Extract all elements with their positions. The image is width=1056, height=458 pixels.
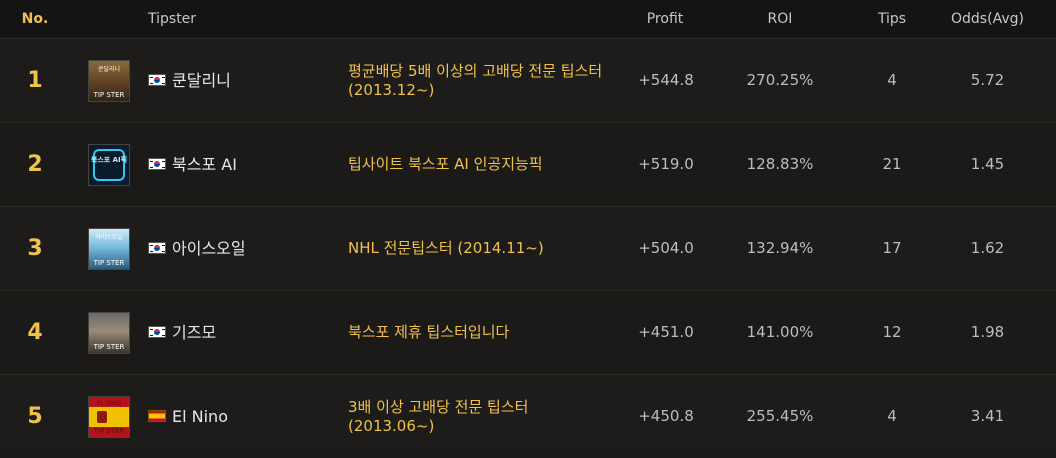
avatar-title: 쿤달리니 xyxy=(97,66,121,73)
table-row[interactable]: 3 아이스오일 TIP STER 아이스오일 NHL 전문팁스터 (2014.1… xyxy=(0,207,1056,291)
table-row[interactable]: 2 북스포 AI픽 북스포 AI 팁사이트 북스포 AI 인공지능픽 +519.… xyxy=(0,123,1056,207)
tipster-ranking-table: No. Tipster Profit ROI Tips Odds(Avg) 1 … xyxy=(0,0,1056,446)
roi-value: 128.83% xyxy=(746,155,814,173)
profit-value: +519.0 xyxy=(638,155,694,173)
tips-count: 21 xyxy=(882,155,902,173)
tips-count: 12 xyxy=(882,323,902,341)
odds-value: 1.98 xyxy=(970,323,1005,341)
profit-value: +544.8 xyxy=(638,71,694,89)
tips-count: 17 xyxy=(882,239,902,257)
tipster-name[interactable]: 기즈모 xyxy=(172,291,216,374)
tipster-avatar[interactable]: 쿤달리니 TIP STER xyxy=(88,60,130,102)
header-tipster[interactable]: Tipster xyxy=(148,0,196,38)
table-row[interactable]: 4 TIP STER 기즈모 북스포 제휴 팁스터입니다 +451.0 141.… xyxy=(0,291,1056,375)
header-odds[interactable]: Odds(Avg) xyxy=(935,0,1040,38)
odds-value: 1.45 xyxy=(970,155,1005,173)
tipster-description[interactable]: 북스포 제휴 팁스터입니다 xyxy=(348,291,618,374)
description-text: 북스포 제휴 팁스터입니다 xyxy=(348,323,510,341)
roi-value: 141.00% xyxy=(746,323,814,341)
roi-value: 132.94% xyxy=(746,239,814,257)
tipster-description[interactable]: 평균배당 5배 이상의 고배당 전문 팁스터 (2013.12~) xyxy=(348,39,618,122)
odds-value: 5.72 xyxy=(970,71,1005,89)
rank-number: 4 xyxy=(27,320,43,345)
table-header: No. Tipster Profit ROI Tips Odds(Avg) xyxy=(0,0,1056,39)
tipster-name[interactable]: 아이스오일 xyxy=(172,207,246,290)
tipster-avatar[interactable]: 아이스오일 TIP STER xyxy=(88,228,130,270)
header-no[interactable]: No. xyxy=(0,0,70,38)
table-row[interactable]: 1 쿤달리니 TIP STER 쿤달리니 평균배당 5배 이상의 고배당 전문 … xyxy=(0,39,1056,123)
description-text: 3배 이상 고배당 전문 팁스터 (2013.06~) xyxy=(348,397,529,435)
roi-value: 270.25% xyxy=(746,71,814,89)
tipster-avatar[interactable]: EL NINO TIP STER xyxy=(88,396,130,438)
tips-count: 4 xyxy=(887,71,897,89)
kr-flag-icon xyxy=(148,158,166,170)
profit-value: +504.0 xyxy=(638,239,694,257)
kr-flag-icon xyxy=(148,74,166,86)
tipster-name[interactable]: 북스포 AI xyxy=(172,123,237,206)
kr-flag-icon xyxy=(148,242,166,254)
avatar-caption: TIP STER xyxy=(93,91,125,99)
description-text: NHL 전문팁스터 (2014.11~) xyxy=(348,239,544,257)
tipster-avatar[interactable]: 북스포 AI픽 xyxy=(88,144,130,186)
tipster-description[interactable]: 팁사이트 북스포 AI 인공지능픽 xyxy=(348,123,618,206)
tipster-name[interactable]: 쿤달리니 xyxy=(172,39,231,122)
avatar-caption: TIP STER xyxy=(93,427,125,435)
avatar-title: 아이스오일 xyxy=(95,234,123,241)
es-flag-icon xyxy=(148,410,166,422)
kr-flag-icon xyxy=(148,326,166,338)
odds-value: 1.62 xyxy=(970,239,1005,257)
header-tips[interactable]: Tips xyxy=(850,0,934,38)
avatar-caption: TIP STER xyxy=(93,259,125,267)
table-row[interactable]: 5 EL NINO TIP STER El Nino 3배 이상 고배당 전문 … xyxy=(0,375,1056,446)
avatar-title: EL NINO xyxy=(96,400,122,407)
avatar-title: 북스포 AI픽 xyxy=(90,156,128,164)
profit-value: +451.0 xyxy=(638,323,694,341)
rank-number: 3 xyxy=(27,236,43,261)
header-profit[interactable]: Profit xyxy=(620,0,710,38)
tipster-avatar[interactable]: TIP STER xyxy=(88,312,130,354)
description-text: 팁사이트 북스포 AI 인공지능픽 xyxy=(348,155,543,173)
rank-number: 2 xyxy=(27,152,43,177)
tipster-description[interactable]: NHL 전문팁스터 (2014.11~) xyxy=(348,207,618,290)
avatar-caption: TIP STER xyxy=(93,343,125,351)
description-text: 평균배당 5배 이상의 고배당 전문 팁스터 (2013.12~) xyxy=(348,61,603,99)
rank-number: 1 xyxy=(27,68,43,93)
header-roi[interactable]: ROI xyxy=(730,0,830,38)
